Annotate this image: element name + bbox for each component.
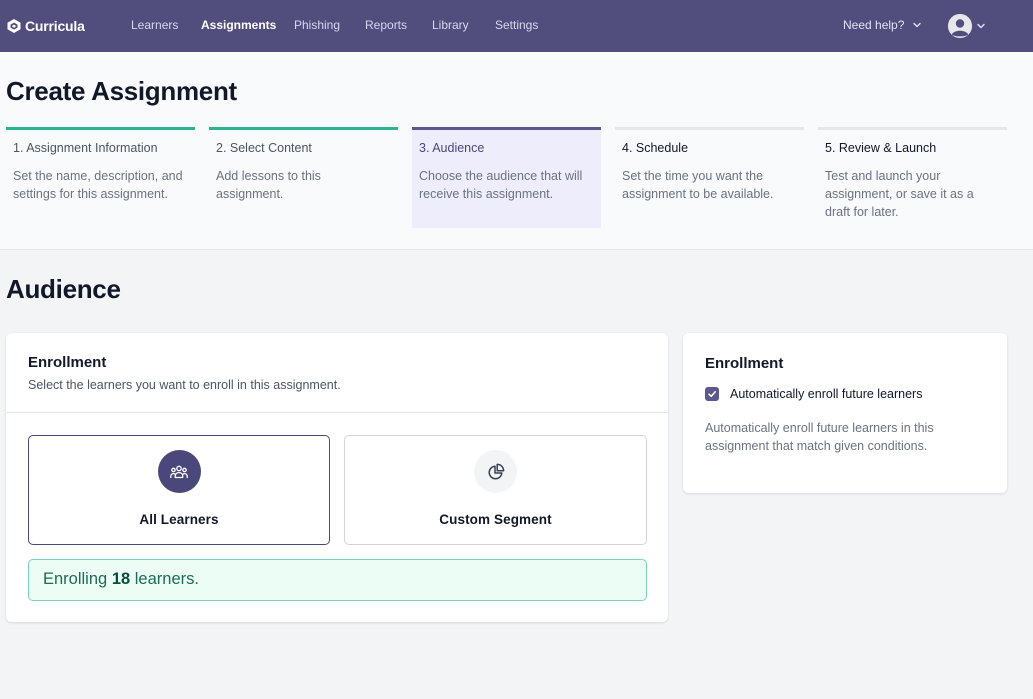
users-group-icon [157, 450, 201, 493]
auto-enroll-checkbox-row[interactable]: Automatically enroll future learners [705, 387, 922, 401]
chevron-down-icon [977, 23, 985, 29]
logo[interactable]: Curricula [6, 17, 85, 35]
enrollment-card-subtitle: Select the learners you want to enroll i… [28, 378, 341, 392]
need-help-menu[interactable]: Need help? [843, 18, 922, 32]
top-nav: Curricula Learners Assignments Phishing … [0, 0, 1033, 52]
enroll-prefix: Enrolling [43, 570, 108, 588]
account-menu-chevron[interactable] [976, 18, 986, 36]
auto-enroll-checkbox-label: Automatically enroll future learners [730, 387, 923, 401]
nav-assignments[interactable]: Assignments [201, 18, 276, 32]
step-description: Add lessons to this assignment. [216, 169, 321, 201]
check-icon [708, 391, 716, 398]
auto-enroll-description: Automatically enroll future learners in … [705, 421, 934, 453]
step-description: Choose the audience that will receive th… [419, 169, 583, 201]
nav-settings[interactable]: Settings [495, 18, 538, 32]
enrolling-count-banner: Enrolling 18 learners. [28, 559, 647, 601]
custom-segment-label: Custom Segment [439, 512, 552, 527]
step-audience[interactable]: 3. Audience Choose the audience that wil… [412, 127, 601, 228]
step-description: Test and launch your assignment, or save… [825, 169, 974, 219]
step-title: 4. Schedule [622, 141, 689, 155]
custom-segment-option[interactable]: Custom Segment [344, 435, 647, 545]
step-description: Set the time you want the assignment to … [622, 169, 774, 201]
step-assignment-information[interactable]: 1. Assignment Information Set the name, … [6, 127, 195, 228]
auto-enroll-card-title: Enrollment [705, 355, 784, 372]
chevron-down-icon [913, 22, 922, 28]
step-description: Set the name, description, and settings … [13, 169, 183, 201]
nav-library[interactable]: Library [432, 18, 469, 32]
auto-enroll-card: Enrollment Automatically enroll future l… [683, 333, 1007, 493]
step-select-content[interactable]: 2. Select Content Add lessons to this as… [209, 127, 398, 228]
step-schedule[interactable]: 4. Schedule Set the time you want the as… [615, 127, 804, 228]
step-review-launch[interactable]: 5. Review & Launch Test and launch your … [818, 127, 1007, 228]
curricula-logo-icon [7, 19, 21, 33]
enroll-count: 18 [111, 570, 131, 588]
auto-enroll-checkbox[interactable] [705, 387, 719, 401]
nav-reports[interactable]: Reports [365, 18, 407, 32]
page-title: Create Assignment [6, 76, 237, 106]
step-title: 2. Select Content [216, 141, 312, 155]
divider [6, 412, 668, 413]
nav-learners[interactable]: Learners [131, 18, 178, 32]
need-help-label: Need help? [843, 18, 905, 32]
section-title: Audience [6, 274, 121, 304]
all-learners-option[interactable]: All Learners [28, 435, 330, 545]
enroll-suffix: learners. [134, 570, 199, 588]
step-title: 3. Audience [419, 141, 485, 155]
all-learners-label: All Learners [139, 512, 219, 527]
enrollment-card: Enrollment Select the learners you want … [6, 333, 668, 622]
step-title: 5. Review & Launch [825, 141, 937, 155]
step-title: 1. Assignment Information [13, 141, 158, 155]
enrollment-card-title: Enrollment [28, 354, 107, 371]
user-avatar-icon[interactable] [948, 14, 972, 38]
logo-text: Curricula [25, 18, 85, 34]
nav-phishing[interactable]: Phishing [294, 18, 340, 32]
pie-chart-icon [474, 450, 517, 493]
